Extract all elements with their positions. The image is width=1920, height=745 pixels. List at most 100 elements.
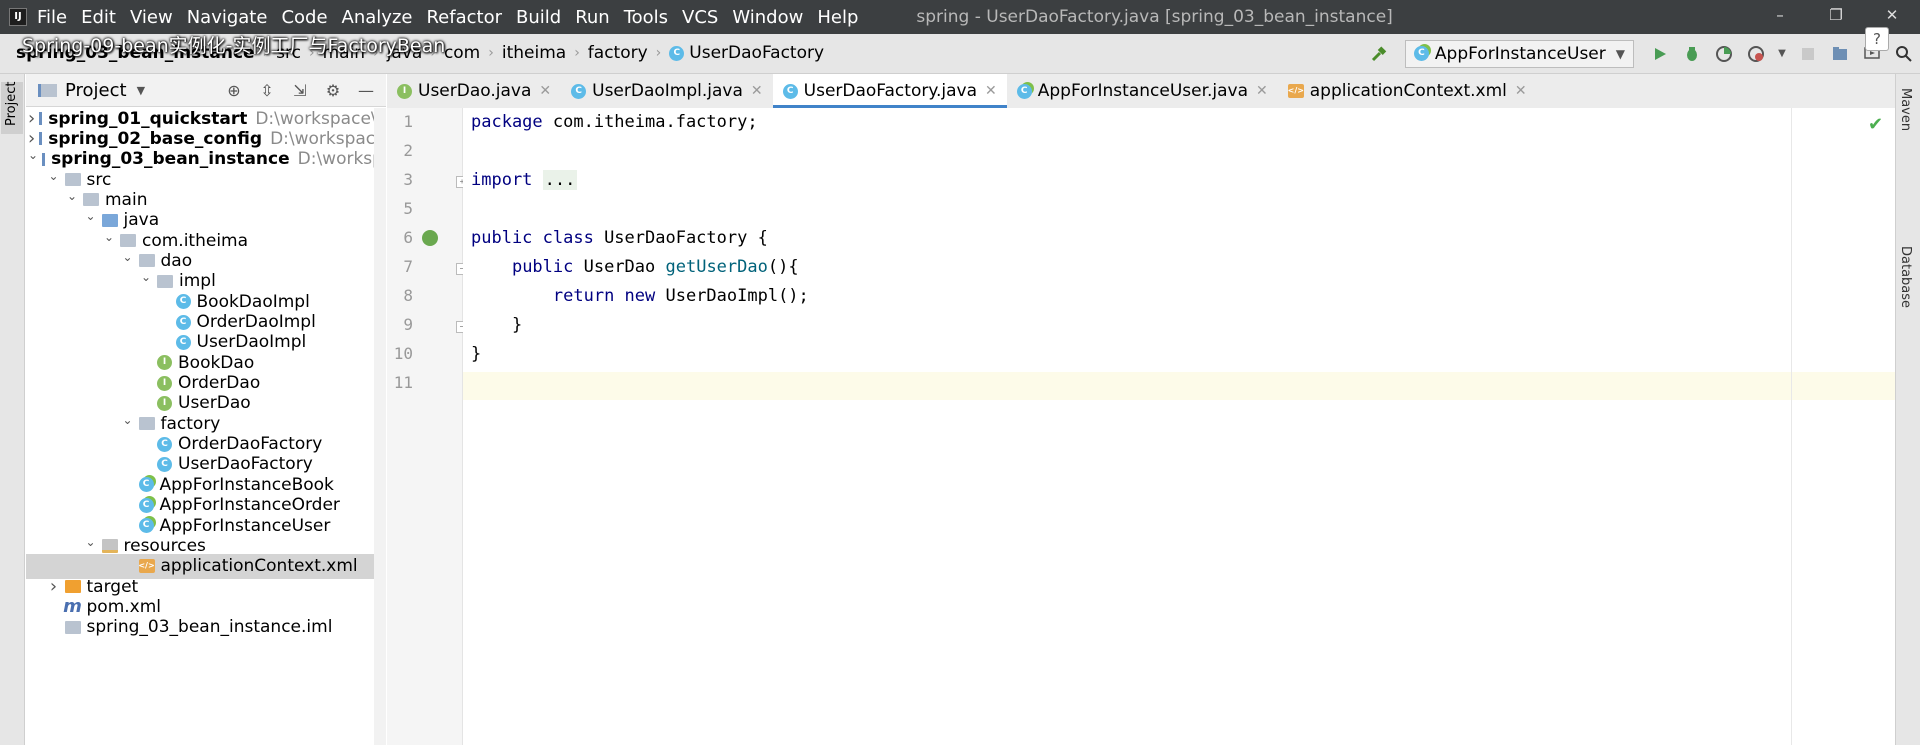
menu-item-edit[interactable]: Edit bbox=[81, 7, 116, 28]
chevron-down-icon[interactable]: ⌄ bbox=[65, 189, 79, 203]
chevron-down-icon[interactable]: ⌄ bbox=[47, 169, 61, 183]
menu-item-analyze[interactable]: Analyze bbox=[342, 7, 413, 28]
menu-item-window[interactable]: Window bbox=[732, 7, 803, 28]
project-tool-window-tab[interactable]: Project bbox=[1, 82, 23, 134]
minimize-button[interactable]: – bbox=[1752, 0, 1808, 34]
menu-item-vcs[interactable]: VCS bbox=[682, 7, 718, 28]
restore-button[interactable]: ❐ bbox=[1808, 0, 1864, 34]
tree-node-label: spring_03_bean_instance.iml bbox=[86, 617, 333, 638]
menu-item-view[interactable]: View bbox=[130, 7, 173, 28]
hammer-build-icon[interactable] bbox=[1368, 43, 1390, 65]
code-token[interactable]: ... bbox=[542, 170, 578, 190]
more-run-options-chevron-icon[interactable]: ▼ bbox=[1777, 43, 1787, 65]
bean-marker-icon[interactable] bbox=[422, 230, 438, 246]
folder-icon bbox=[157, 273, 173, 289]
code-line: } bbox=[471, 313, 522, 337]
stop-icon[interactable] bbox=[1797, 43, 1819, 65]
run-icon[interactable] bbox=[1649, 43, 1671, 65]
resources-folder-icon bbox=[101, 538, 118, 554]
menu-item-file[interactable]: File bbox=[37, 7, 67, 28]
menu-item-help[interactable]: Help bbox=[817, 7, 858, 28]
debug-bug-icon[interactable] bbox=[1681, 43, 1703, 65]
run-configuration-select[interactable]: C AppForInstanceUser ▼ bbox=[1404, 39, 1634, 68]
close-tab-icon[interactable]: ✕ bbox=[985, 83, 997, 99]
breadcrumb-separator: › bbox=[488, 45, 494, 61]
breadcrumb-item[interactable]: UserDaoFactory bbox=[689, 43, 824, 63]
menu-item-build[interactable]: Build bbox=[516, 7, 561, 28]
code-line: return new UserDaoImpl(); bbox=[471, 284, 809, 308]
inspection-ok-check-icon[interactable]: ✔ bbox=[1868, 114, 1883, 135]
chevron-down-icon[interactable]: ⌄ bbox=[84, 209, 98, 223]
code-line: public class UserDaoFactory { bbox=[471, 226, 768, 250]
menu-item-tools[interactable]: Tools bbox=[624, 7, 668, 28]
hide-panel-icon[interactable]: — bbox=[354, 79, 378, 101]
line-number: 2 bbox=[403, 141, 413, 160]
chevron-down-icon[interactable]: ⌄ bbox=[102, 230, 116, 244]
chevron-down-icon[interactable]: ⌄ bbox=[121, 413, 135, 427]
run-configuration-label: AppForInstanceUser bbox=[1434, 43, 1606, 64]
search-icon[interactable] bbox=[1893, 43, 1915, 65]
gear-icon[interactable]: ⚙ bbox=[321, 79, 345, 101]
expand-all-icon[interactable]: ⇳ bbox=[255, 79, 279, 101]
project-structure-icon[interactable] bbox=[1829, 43, 1851, 65]
menu-item-navigate[interactable]: Navigate bbox=[187, 7, 268, 28]
code-line: public UserDao getUserDao(){ bbox=[471, 255, 799, 279]
database-tool-window-tab[interactable]: Database bbox=[1898, 246, 1913, 308]
editor-tabs: I UserDao.java ✕ C UserDaoImpl.java ✕ C UserDao… bbox=[387, 74, 1895, 109]
maven-tool-window-tab[interactable]: Maven bbox=[1898, 88, 1913, 131]
class-icon: C bbox=[157, 436, 172, 452]
editor-tab[interactable]: C UserDaoImpl.java ✕ bbox=[561, 74, 773, 108]
code-token: UserDaoFactory { bbox=[593, 228, 768, 248]
chevron-down-icon[interactable]: ⌄ bbox=[28, 148, 38, 162]
collapse-all-icon[interactable]: ⇲ bbox=[288, 79, 312, 101]
code-line: import ... bbox=[471, 168, 578, 192]
breadcrumb-separator: › bbox=[655, 45, 662, 61]
runnable-class-icon: C bbox=[138, 497, 154, 513]
editor-tab[interactable]: C AppForInstanceUser.java ✕ bbox=[1007, 74, 1278, 108]
breadcrumb-item[interactable]: factory bbox=[588, 43, 648, 63]
editor-tab[interactable]: I UserDao.java ✕ bbox=[387, 74, 561, 108]
runnable-class-icon: C bbox=[138, 477, 154, 493]
window-title: spring - UserDaoFactory.java [spring_03_… bbox=[916, 7, 1393, 27]
editor-tab-label: applicationContext.xml bbox=[1309, 81, 1507, 101]
class-icon: C bbox=[157, 456, 172, 472]
left-tool-window-strip: Project bbox=[0, 74, 25, 745]
locate-target-icon[interactable]: ⊕ bbox=[222, 79, 246, 101]
code-token: } bbox=[471, 344, 482, 364]
profiler-icon[interactable] bbox=[1745, 43, 1767, 65]
project-panel-actions: ⊕ ⇳ ⇲ ⚙ — bbox=[213, 79, 378, 101]
class-icon: C bbox=[571, 83, 587, 99]
code-editor[interactable]: package com.itheima.factory; import ... pu… bbox=[463, 108, 1895, 745]
close-tab-icon[interactable]: ✕ bbox=[539, 83, 551, 99]
chevron-down-icon[interactable]: ⌄ bbox=[139, 270, 153, 284]
help-icon[interactable]: ? bbox=[1865, 27, 1889, 51]
project-tree-scrollbar[interactable] bbox=[374, 108, 386, 745]
line-number: 3 bbox=[403, 170, 413, 189]
class-icon: C bbox=[175, 334, 191, 350]
coverage-icon[interactable] bbox=[1713, 43, 1735, 65]
close-tab-icon[interactable]: ✕ bbox=[751, 83, 763, 99]
tree-node[interactable]: spring_03_bean_instance.iml bbox=[26, 615, 386, 640]
interface-icon: I bbox=[157, 395, 172, 411]
menu-item-code[interactable]: Code bbox=[281, 7, 327, 28]
code-token: getUserDao bbox=[665, 257, 768, 277]
code-token: } bbox=[471, 315, 523, 335]
code-token: UserDaoImpl(); bbox=[655, 286, 809, 306]
line-number: 10 bbox=[393, 344, 413, 363]
folder-icon bbox=[138, 416, 155, 432]
chevron-down-icon[interactable]: ⌄ bbox=[84, 535, 98, 549]
project-view-selector[interactable]: Project ▼ bbox=[38, 80, 145, 101]
breadcrumb-item[interactable]: com bbox=[444, 43, 480, 63]
menu-item-refactor[interactable]: Refactor bbox=[426, 7, 502, 28]
breadcrumb-item[interactable]: itheima bbox=[502, 43, 566, 63]
chevron-down-icon[interactable]: ⌄ bbox=[121, 250, 135, 264]
folder-icon bbox=[120, 233, 136, 249]
close-tab-icon[interactable]: ✕ bbox=[1515, 83, 1527, 99]
close-tab-icon[interactable]: ✕ bbox=[1256, 83, 1268, 99]
editor-tab[interactable]: C UserDaoFactory.java ✕ bbox=[772, 74, 1007, 108]
editor-tab[interactable]: </> applicationContext.xml ✕ bbox=[1278, 74, 1537, 108]
caret-line-highlight bbox=[463, 372, 1895, 400]
menu-item-run[interactable]: Run bbox=[575, 7, 610, 28]
